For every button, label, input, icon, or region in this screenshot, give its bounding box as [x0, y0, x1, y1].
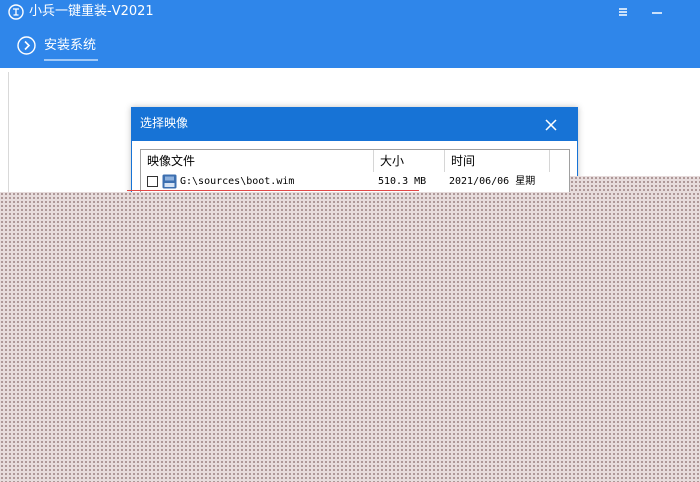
app-title: 小兵一键重装-V2021	[29, 4, 154, 19]
chevron-right-circle-icon[interactable]	[17, 36, 36, 55]
tab-active-indicator	[44, 59, 98, 61]
app-logo-icon	[8, 4, 24, 20]
menu-icon[interactable]	[612, 2, 634, 22]
file-time: 2021/06/06 星期	[449, 176, 536, 187]
disk-image-icon	[162, 174, 177, 189]
obscured-region-edge	[570, 176, 700, 192]
row-checkbox[interactable]	[147, 176, 158, 187]
tab-label: 安装系统	[44, 38, 97, 53]
file-size: 510.3 MB	[378, 176, 427, 187]
selection-line	[127, 190, 419, 191]
column-header-file[interactable]: 映像文件	[141, 150, 374, 172]
close-icon[interactable]	[544, 118, 558, 132]
column-header-size[interactable]: 大小	[374, 150, 445, 172]
title-bar: 小兵一键重装-V2021	[0, 0, 700, 26]
tab-install-system[interactable]: 安装系统	[44, 37, 98, 67]
obscured-region	[0, 192, 700, 482]
dialog-header: 选择映像	[132, 108, 577, 141]
table-row[interactable]: G:\sources\boot.wim 510.3 MB 2021/06/06 …	[141, 173, 569, 191]
dialog-title: 选择映像	[140, 116, 189, 130]
toolbar: 安装系统	[0, 26, 700, 68]
minimize-icon[interactable]	[646, 2, 668, 22]
file-path: G:\sources\boot.wim	[180, 176, 295, 187]
column-header-time[interactable]: 时间	[445, 150, 550, 172]
